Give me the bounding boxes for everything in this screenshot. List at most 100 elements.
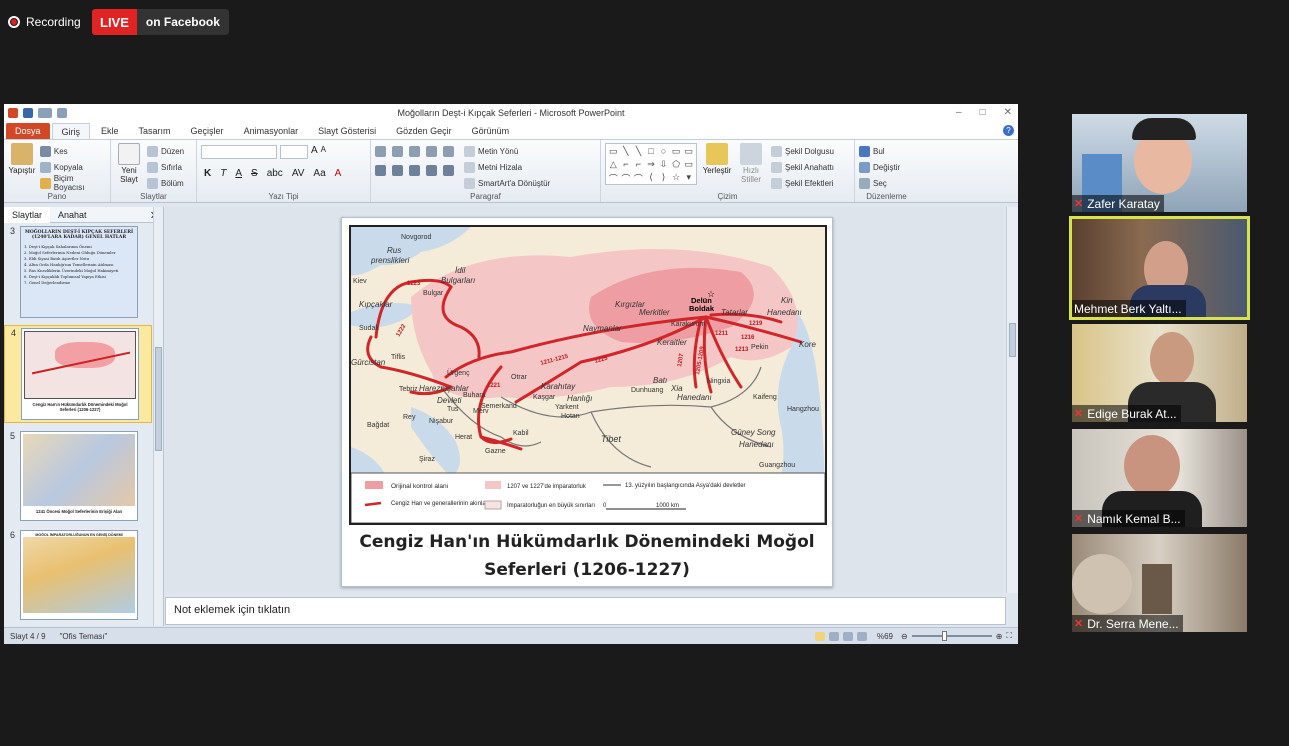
slide-scrollbar[interactable] bbox=[1006, 207, 1018, 593]
redo-icon[interactable] bbox=[57, 108, 67, 118]
participant-tile[interactable]: ✕ Edige Burak At... bbox=[1072, 324, 1247, 422]
layout-button[interactable]: Düzen bbox=[147, 143, 184, 159]
undo-icon[interactable] bbox=[38, 108, 52, 118]
align-center-icon[interactable] bbox=[392, 165, 403, 176]
replace-button[interactable]: Değiştir bbox=[859, 159, 914, 175]
notes-field[interactable]: Not eklemek için tıklatın bbox=[165, 597, 1006, 625]
shape-effects-button[interactable]: Şekil Efektleri bbox=[771, 175, 834, 191]
participant-name: Edige Burak At... bbox=[1087, 406, 1177, 421]
reading-view-icon[interactable] bbox=[842, 631, 853, 641]
shadow-button[interactable]: abc bbox=[267, 168, 283, 179]
align-text-button[interactable]: Metni Hizala bbox=[464, 159, 550, 175]
font-size-dropdown[interactable] bbox=[280, 145, 308, 159]
sorter-view-icon[interactable] bbox=[828, 631, 839, 641]
slide-thumbnail[interactable]: MOĞOLLARIN DEŞT-İ KIPÇAK SEFERLERİ (1240… bbox=[20, 226, 138, 318]
tab-giris[interactable]: Giriş bbox=[51, 123, 91, 139]
tab-animasyonlar[interactable]: Animasyonlar bbox=[235, 123, 308, 139]
close-icon[interactable]: ✕ bbox=[1004, 107, 1012, 118]
line-spacing-icon[interactable] bbox=[443, 146, 454, 157]
participant-tile-active[interactable]: Mehmet Berk Yaltı... bbox=[1069, 216, 1250, 320]
align-text-icon bbox=[464, 161, 475, 173]
zoom-in-icon[interactable]: ⊕ bbox=[996, 632, 1003, 641]
normal-view-icon[interactable] bbox=[814, 631, 825, 641]
increase-indent-icon[interactable] bbox=[426, 146, 437, 157]
current-slide[interactable]: Novgorod Rus prenslikleri İdil Bulgarlar… bbox=[341, 217, 833, 587]
smartart-button[interactable]: SmartArt'a Dönüştür bbox=[464, 175, 550, 191]
tab-ekle[interactable]: Ekle bbox=[92, 123, 128, 139]
slide-thumbnail[interactable]: MOĞOL İMPARATORLUĞUNUN EN GENİŞ DÖNEMİ bbox=[20, 530, 138, 620]
thumbnail-row[interactable]: 5 1241 Öncesi Moğol Seferlerinin Erişiği… bbox=[4, 431, 152, 521]
align-left-icon[interactable] bbox=[375, 165, 386, 176]
align-right-icon[interactable] bbox=[409, 165, 420, 176]
slide-thumbnail[interactable]: 1241 Öncesi Moğol Seferlerinin Erişiği A… bbox=[20, 431, 138, 521]
slide-editor[interactable]: Novgorod Rus prenslikleri İdil Bulgarlar… bbox=[165, 207, 1003, 593]
new-slide-button[interactable]: Yeni Slayt bbox=[115, 143, 143, 191]
replace-label: Değiştir bbox=[873, 162, 901, 172]
participant-tile[interactable]: ✕ Namık Kemal B... bbox=[1072, 429, 1247, 527]
reset-label: Sıfırla bbox=[161, 162, 182, 172]
tab-dosya[interactable]: Dosya bbox=[6, 123, 50, 139]
case-button[interactable]: Aa bbox=[313, 168, 325, 179]
map-label: Tatarlar bbox=[721, 308, 748, 317]
thumbnail-number: 6 bbox=[10, 530, 16, 540]
zoom-out-icon[interactable]: ⊖ bbox=[901, 632, 908, 641]
ribbon-tabs: Dosya Giriş Ekle Tasarım Geçişler Animas… bbox=[4, 122, 1018, 140]
save-icon[interactable] bbox=[23, 108, 33, 118]
tab-anahat[interactable]: Anahat bbox=[50, 207, 95, 223]
bullets-icon[interactable] bbox=[375, 146, 386, 157]
participant-tile[interactable]: ✕ Dr. Serra Mene... bbox=[1072, 534, 1247, 632]
shrink-font-icon[interactable]: A bbox=[321, 145, 326, 159]
map-label: Pekin bbox=[751, 344, 769, 351]
cut-button[interactable]: Kes bbox=[39, 143, 106, 159]
arrange-button[interactable]: Yerleştir bbox=[703, 143, 731, 191]
slideshow-icon[interactable] bbox=[856, 631, 867, 641]
quick-styles-button[interactable]: Hızlı Stiller bbox=[737, 143, 765, 191]
bold-button[interactable]: K bbox=[204, 168, 211, 179]
zoom-slider[interactable] bbox=[911, 631, 992, 641]
help-icon[interactable]: ? bbox=[1003, 125, 1014, 136]
italic-button[interactable]: T bbox=[220, 168, 226, 179]
shapes-gallery[interactable]: ▭ ╲ ╲ □ ○ ▭ ▭ △ ⌐ ⌐ ⇒ ⇩ ⬠ ▭ ⌒ ⌒ ⌒ ⟨ ⟩ ☆ ▾ bbox=[605, 143, 697, 185]
find-button[interactable]: Bul bbox=[859, 143, 914, 159]
paste-button[interactable]: Yapıştır bbox=[8, 143, 36, 191]
powerpoint-window: Moğolların Deşt-i Kıpçak Seferleri - Mic… bbox=[4, 104, 1018, 644]
copy-button[interactable]: Kopyala bbox=[39, 159, 106, 175]
decrease-indent-icon[interactable] bbox=[409, 146, 420, 157]
participant-tile[interactable]: ✕ Zafer Karatay bbox=[1072, 114, 1247, 212]
text-direction-button[interactable]: Metin Yönü bbox=[464, 143, 550, 159]
thumbnail-scrollbar[interactable] bbox=[153, 207, 163, 626]
thumbnail-row[interactable]: 3 MOĞOLLARIN DEŞT-İ KIPÇAK SEFERLERİ (12… bbox=[4, 226, 152, 318]
section-button[interactable]: Bölüm bbox=[147, 175, 184, 191]
shape-outline-button[interactable]: Şekil Anahattı bbox=[771, 159, 834, 175]
font-color-button[interactable]: A bbox=[335, 168, 342, 179]
minimize-icon[interactable]: – bbox=[956, 107, 962, 118]
thumbnail-number: 4 bbox=[11, 328, 17, 338]
font-name-dropdown[interactable] bbox=[201, 145, 277, 159]
numbering-icon[interactable] bbox=[392, 146, 403, 157]
underline-button[interactable]: A bbox=[235, 168, 242, 179]
reset-button[interactable]: Sıfırla bbox=[147, 159, 184, 175]
shape-fill-button[interactable]: Şekil Dolgusu bbox=[771, 143, 834, 159]
grow-font-icon[interactable]: A bbox=[311, 145, 318, 159]
tab-gecisler[interactable]: Geçişler bbox=[182, 123, 233, 139]
slide-thumbnail[interactable]: Cengiz Han'ın Hükümdarlık Dönemindeki Mo… bbox=[21, 328, 139, 420]
spacing-button[interactable]: AV bbox=[292, 168, 305, 179]
strike-button[interactable]: S bbox=[251, 168, 258, 179]
participant-name: Namık Kemal B... bbox=[1087, 511, 1181, 526]
select-button[interactable]: Seç bbox=[859, 175, 914, 191]
thumbnail-row-selected[interactable]: 4 Cengiz Han'ın Hükümdarlık Dönemindeki … bbox=[4, 325, 152, 423]
star-icon: ☆ bbox=[707, 289, 715, 299]
maximize-icon[interactable]: □ bbox=[980, 107, 986, 118]
format-painter-button[interactable]: Biçim Boyacısı bbox=[39, 174, 106, 192]
tab-gorunum[interactable]: Görünüm bbox=[463, 123, 519, 139]
thumb-map bbox=[24, 331, 136, 399]
thumbnail-row[interactable]: 6 MOĞOL İMPARATORLUĞUNUN EN GENİŞ DÖNEMİ bbox=[4, 530, 152, 620]
fit-slide-icon[interactable]: ⛶ bbox=[1006, 631, 1012, 641]
tab-gozden-gecir[interactable]: Gözden Geçir bbox=[387, 123, 461, 139]
thumb-caption: Cengiz Han'ın Hükümdarlık Dönemindeki Mo… bbox=[32, 402, 128, 412]
justify-icon[interactable] bbox=[426, 165, 437, 176]
tab-slayt-gosterisi[interactable]: Slayt Gösterisi bbox=[309, 123, 385, 139]
tab-slaytlar[interactable]: Slaytlar bbox=[4, 206, 51, 223]
tab-tasarim[interactable]: Tasarım bbox=[130, 123, 180, 139]
columns-icon[interactable] bbox=[443, 165, 454, 176]
